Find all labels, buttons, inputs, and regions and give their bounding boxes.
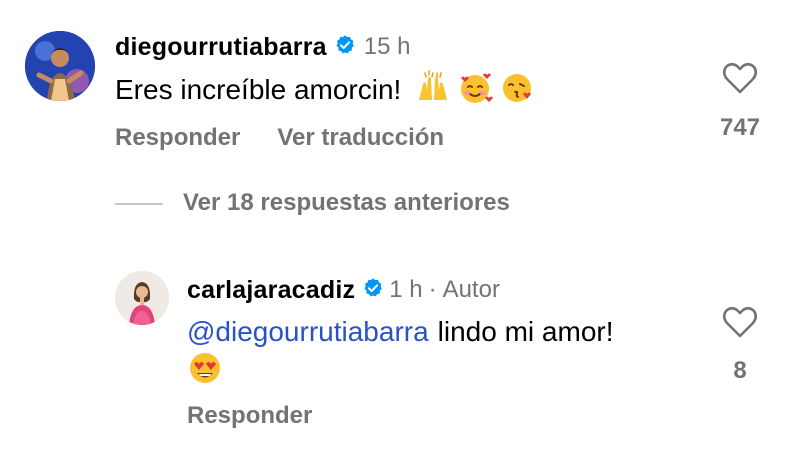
avatar-carlajaracadiz[interactable]: [115, 271, 169, 325]
reply-timestamp: 1 h: [389, 276, 423, 303]
reply-text: lindo mi amor!: [437, 316, 614, 347]
avatar-image: [115, 271, 169, 325]
reply-button[interactable]: Responder: [115, 124, 240, 152]
avatar-diegourrutiabarra[interactable]: [25, 31, 95, 101]
mention-link[interactable]: @diegourrutiabarra: [187, 316, 429, 348]
reply-header: carlajaracadiz 1 h · Autor: [187, 275, 500, 305]
verified-badge-icon: [334, 34, 356, 61]
reply-body: @diegourrutiabarra lindo mi amor!: [187, 312, 614, 352]
comment-username[interactable]: diegourrutiabarra: [115, 33, 327, 62]
reply-actions: Responder: [187, 401, 312, 431]
translate-button[interactable]: Ver traducción: [277, 124, 444, 152]
avatar-image: [25, 31, 95, 101]
like-heart-icon[interactable]: [720, 58, 760, 98]
heart-eyes-emoji-icon: [187, 350, 223, 386]
replies-divider: [115, 203, 163, 205]
comment-header: diegourrutiabarra 15 h: [115, 32, 411, 62]
comment-text: Eres increíble amorcin!: [115, 74, 402, 105]
author-badge: Autor: [442, 276, 500, 303]
smiling-face-with-hearts-emoji-icon: [457, 70, 494, 111]
comment-timestamp: 15 h: [363, 33, 411, 60]
like-count: 747: [719, 114, 761, 141]
comment-body: Eres increíble amorcin!: [115, 69, 535, 111]
view-previous-replies-button[interactable]: Ver 18 respuestas anteriores: [183, 189, 510, 217]
comment-actions: Responder Ver traducción: [115, 123, 444, 153]
raising-hands-emoji-icon: [415, 69, 451, 111]
separator-dot: ·: [428, 276, 437, 303]
reply-button[interactable]: Responder: [187, 402, 312, 430]
reply-username[interactable]: carlajaracadiz: [187, 276, 355, 305]
like-count: 8: [733, 357, 747, 384]
verified-badge-icon: [362, 277, 384, 304]
like-heart-icon[interactable]: [720, 302, 760, 342]
face-blowing-kiss-emoji-icon: [499, 70, 535, 111]
